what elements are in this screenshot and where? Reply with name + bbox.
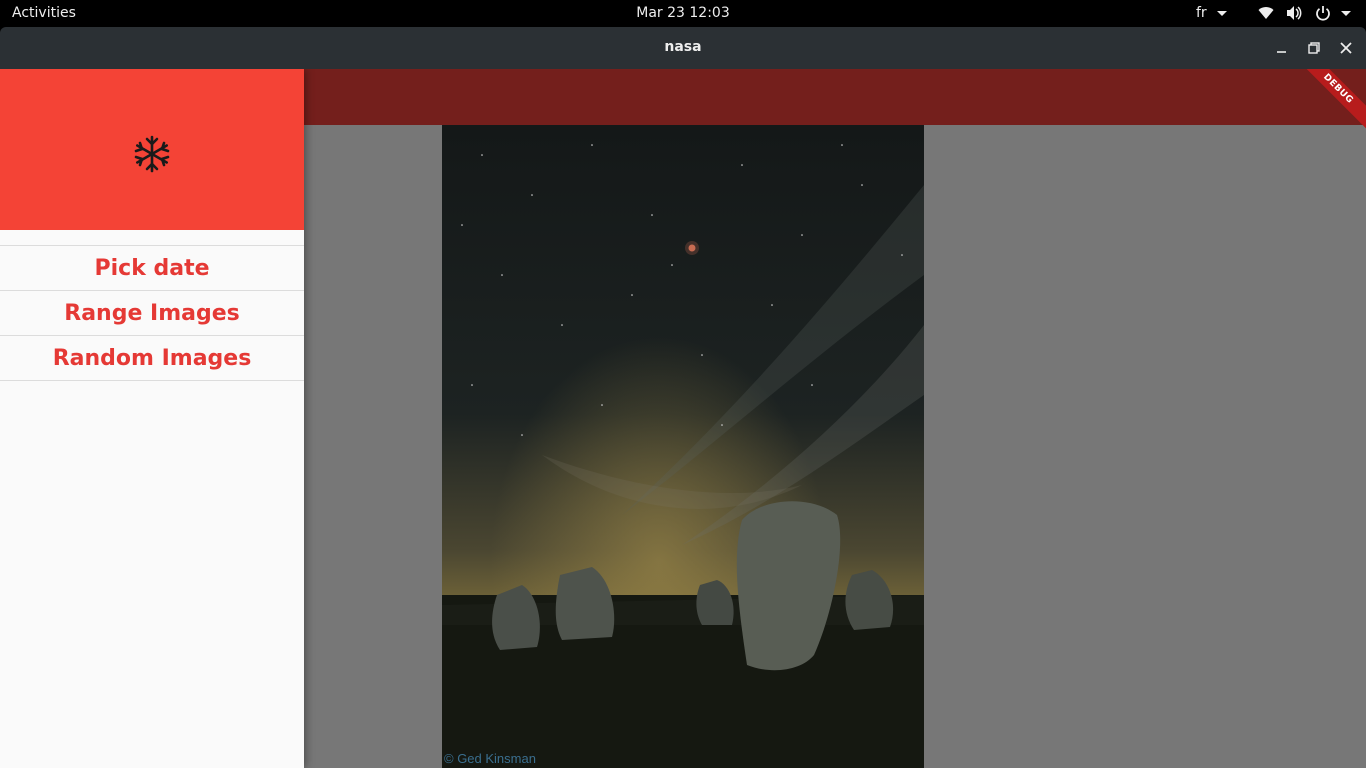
clock-container: Mar 23 12:03: [0, 5, 1366, 21]
system-top-bar: Activities Mar 23 12:03 fr: [0, 0, 1366, 27]
language-indicator[interactable]: fr: [1196, 5, 1207, 21]
wifi-icon: [1258, 7, 1274, 19]
menu-item-pick-date[interactable]: Pick date: [0, 246, 304, 291]
night-sky-photo: [442, 125, 924, 768]
drawer-header: [0, 69, 304, 230]
snowflake-icon: [134, 135, 170, 173]
astronomy-image: © Ged Kinsman: [442, 125, 924, 768]
navigation-drawer: Pick date Range Images Random Images: [0, 69, 304, 768]
power-icon: [1316, 6, 1330, 21]
clock-button[interactable]: Mar 23 12:03: [636, 5, 729, 21]
menu-item-random-images[interactable]: Random Images: [0, 336, 304, 381]
volume-icon: [1287, 6, 1302, 20]
menu-item-range-images[interactable]: Range Images: [0, 291, 304, 336]
app-body: © Ged Kinsman DEBUG Pick date Range Imag…: [0, 69, 1366, 768]
minimize-icon[interactable]: [1273, 39, 1291, 57]
window-titlebar[interactable]: nasa: [0, 27, 1366, 69]
window-title: nasa: [664, 39, 702, 55]
maximize-icon[interactable]: [1305, 39, 1323, 57]
chevron-down-icon[interactable]: [1341, 11, 1351, 16]
close-icon[interactable]: [1337, 39, 1355, 57]
activities-button[interactable]: Activities: [12, 5, 76, 21]
image-credit: © Ged Kinsman: [444, 751, 536, 766]
chevron-down-icon[interactable]: [1217, 11, 1227, 16]
drawer-menu: Pick date Range Images Random Images: [0, 245, 304, 381]
